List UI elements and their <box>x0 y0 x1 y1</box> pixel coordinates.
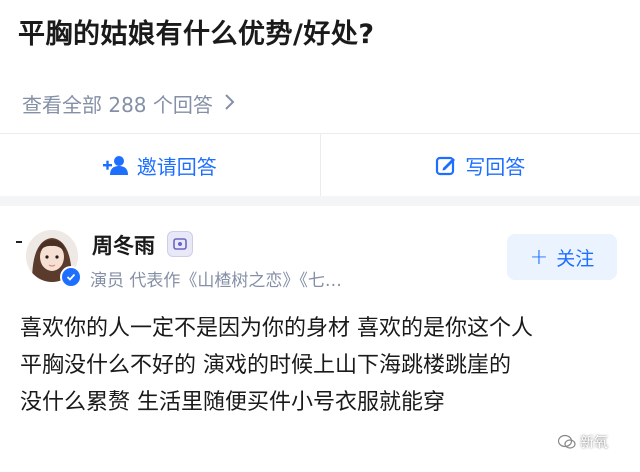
edit-icon <box>435 154 457 176</box>
creator-badge-icon <box>167 231 193 257</box>
bullet-marker <box>16 241 22 243</box>
invite-answer-label: 邀请回答 <box>136 154 217 179</box>
follow-button[interactable]: + 关注 <box>507 234 617 280</box>
watermark: 新氧 <box>558 432 608 452</box>
answer-paragraph: 没什么累赘 生活里随便买件小号衣服就能穿 <box>20 390 445 415</box>
write-answer-label: 写回答 <box>465 154 526 179</box>
verified-icon <box>60 266 82 288</box>
chevron-right-icon <box>223 92 235 116</box>
watermark-text: 新氧 <box>580 435 608 451</box>
wechat-icon <box>558 434 576 450</box>
answer-paragraph: 平胸没什么不好的 演戏的时候上山下海跳楼跳崖的 <box>20 353 511 378</box>
follow-label: 关注 <box>556 247 595 270</box>
answer-paragraph: 喜欢你的人一定不是因为你的身材 喜欢的是你这个人 <box>20 316 533 341</box>
view-all-label: 查看全部 288 个回答 <box>22 93 213 117</box>
view-all-answers-link[interactable]: 查看全部 288 个回答 <box>22 89 235 118</box>
add-user-icon <box>102 155 129 175</box>
answer-actions-bar: 邀请回答 写回答 <box>0 134 640 196</box>
section-separator <box>0 196 640 206</box>
question-title: 平胸的姑娘有什么优势/好处? <box>18 19 375 50</box>
invite-answer-button[interactable]: 邀请回答 <box>0 134 320 196</box>
author-description: 演员 代表作《山楂树之恋》《七… <box>90 271 342 291</box>
plus-icon: + <box>529 244 549 270</box>
answer-body: 喜欢你的人一定不是因为你的身材 喜欢的是你这个人 平胸没什么不好的 演戏的时候上… <box>20 310 630 421</box>
author-name[interactable]: 周冬雨 <box>92 230 155 260</box>
write-answer-button[interactable]: 写回答 <box>321 134 640 196</box>
